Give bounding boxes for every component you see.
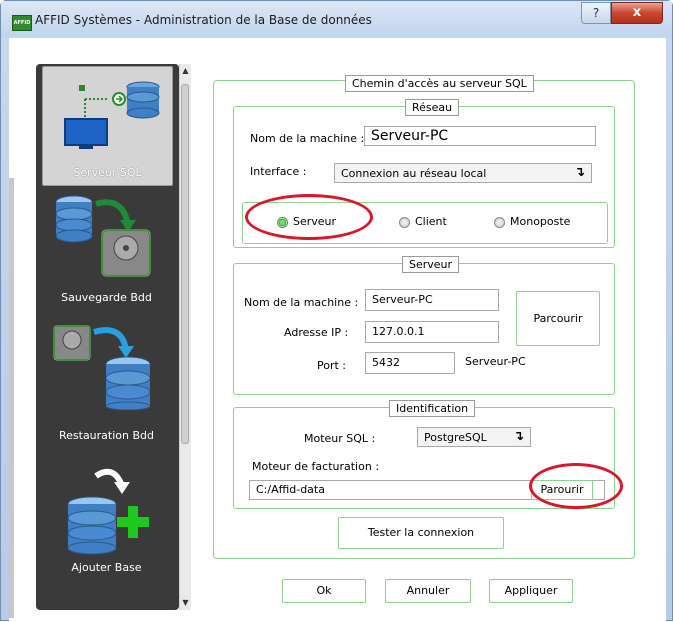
app-window: AFFID AFFID Systèmes - Administration de… <box>0 0 673 622</box>
interface-select[interactable]: Connexion au réseau local ↴ <box>334 163 592 183</box>
radio-client-label[interactable]: Client <box>415 215 447 228</box>
chevron-down-icon: ↴ <box>513 429 524 444</box>
engine-select[interactable]: PostgreSQL ↴ <box>417 427 531 447</box>
machine-name-input[interactable]: Serveur-PC <box>364 126 596 146</box>
ip-input[interactable]: 127.0.0.1 <box>365 321 499 343</box>
engine-select-value: PostgreSQL <box>424 431 487 444</box>
chevron-down-icon: ↴ <box>574 165 585 180</box>
reseau-legend: Réseau <box>405 99 460 116</box>
help-button[interactable]: ? <box>581 2 611 24</box>
sidebar-item-sauvegarde-bdd[interactable]: Sauvegarde Bdd <box>42 190 171 310</box>
panel-title: Chemin d'accès au serveur SQL <box>345 75 534 92</box>
database-to-disk-icon <box>55 195 151 277</box>
server-machine-input[interactable]: Serveur-PC <box>365 289 499 311</box>
port-host-label: Serveur-PC <box>465 355 526 368</box>
annotation-circle-serveur <box>245 194 373 240</box>
dialog-body: Serveur SQL Sauvegarde Bdd Restauration … <box>9 38 666 622</box>
sidebar-item-ajouter-base[interactable]: Ajouter Base <box>42 460 171 588</box>
disk-to-database-icon <box>53 325 151 410</box>
ip-label: Adresse IP : <box>284 326 349 339</box>
server-network-icon <box>64 81 160 149</box>
add-database-icon <box>67 468 149 555</box>
sidebar-item-label: Ajouter Base <box>71 561 142 574</box>
machine-name-label: Nom de la machine : <box>250 132 365 145</box>
test-connection-button[interactable]: Tester la connexion <box>338 517 504 549</box>
app-logo-icon: AFFID <box>12 15 32 31</box>
apply-button[interactable]: Appliquer <box>489 579 573 603</box>
billing-label: Moteur de facturation : <box>252 460 380 473</box>
identification-legend: Identification <box>389 400 476 417</box>
title-bar[interactable]: AFFID AFFID Systèmes - Administration de… <box>1 1 672 37</box>
port-label: Port : <box>317 359 347 372</box>
interface-select-value: Connexion au réseau local <box>341 167 487 180</box>
server-machine-label: Nom de la machine : <box>244 296 359 309</box>
scroll-down-icon[interactable]: ▼ <box>181 598 190 608</box>
close-button[interactable]: x <box>611 2 663 24</box>
interface-label: Interface : <box>250 165 307 178</box>
scroll-up-icon[interactable]: ▲ <box>181 66 190 76</box>
cancel-button[interactable]: Annuler <box>385 579 471 603</box>
annotation-circle-parourir <box>529 463 623 509</box>
left-edge-scrollbar[interactable] <box>9 178 14 618</box>
port-input[interactable]: 5432 <box>365 352 455 374</box>
sidebar-item-serveur-sql[interactable]: Serveur SQL <box>42 66 173 186</box>
radio-monoposte-label[interactable]: Monoposte <box>510 215 570 228</box>
sidebar-item-restauration-bdd[interactable]: Restauration Bdd <box>42 320 171 442</box>
window-title: AFFID Systèmes - Administration de la Ba… <box>35 13 372 27</box>
sidebar: Serveur SQL Sauvegarde Bdd Restauration … <box>36 64 179 610</box>
ok-button[interactable]: Ok <box>282 579 366 603</box>
sidebar-scrollbar[interactable]: ▲ ▼ <box>179 64 191 610</box>
serveur-group: Serveur Nom de la machine : Serveur-PC A… <box>233 256 615 395</box>
radio-monoposte[interactable] <box>494 217 505 228</box>
sidebar-item-label: Restauration Bdd <box>58 429 154 442</box>
engine-label: Moteur SQL : <box>304 432 376 445</box>
scrollbar-thumb[interactable] <box>181 84 189 444</box>
sidebar-item-label: Sauvegarde Bdd <box>61 291 152 304</box>
serveur-legend: Serveur <box>402 256 460 273</box>
sidebar-item-label: Serveur SQL <box>73 166 142 179</box>
radio-client[interactable] <box>399 217 410 228</box>
server-browse-button[interactable]: Parcourir <box>516 291 600 346</box>
